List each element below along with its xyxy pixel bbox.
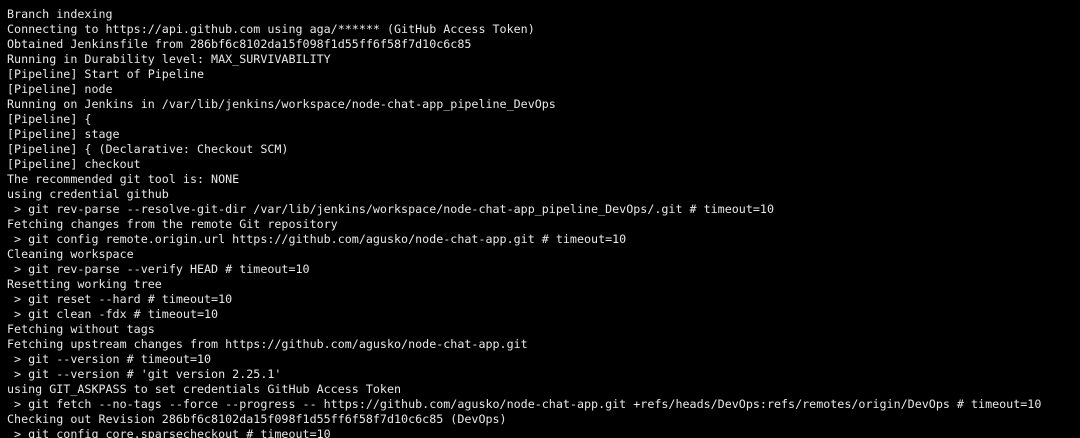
console-line: > git config remote.origin.url https://g… (7, 232, 627, 246)
console-line: Running on Jenkins in /var/lib/jenkins/w… (7, 97, 556, 111)
console-line: [Pipeline] Start of Pipeline (7, 67, 205, 81)
console-line: Fetching changes from the remote Git rep… (7, 217, 338, 231)
console-line: [Pipeline] stage (7, 127, 120, 141)
console-line: Fetching without tags (7, 322, 155, 336)
console-line: using GIT_ASKPASS to set credentials Git… (7, 382, 402, 396)
console-line: [Pipeline] { (Declarative: Checkout SCM) (7, 142, 289, 156)
console-lines: Branch indexing Connecting to https://api… (7, 7, 1041, 438)
console-line: Obtained Jenkinsfile from 286bf6c8102da1… (7, 37, 472, 51)
console-line: > git reset --hard # timeout=10 (7, 292, 233, 306)
console-line: > git rev-parse --resolve-git-dir /var/l… (7, 202, 774, 216)
console-line: Fetching upstream changes from https://g… (7, 337, 528, 351)
console-line: Cleaning workspace (7, 247, 134, 261)
console-line: Running in Durability level: MAX_SURVIVA… (7, 52, 331, 66)
console-output: Branch indexing Connecting to https://api… (0, 0, 1080, 438)
console-line: > git config core.sparsecheckout # timeo… (7, 427, 331, 438)
console-line: [Pipeline] node (7, 82, 113, 96)
console-line: > git clean -fdx # timeout=10 (7, 307, 219, 321)
console-line: Branch indexing (7, 7, 113, 21)
console-line: [Pipeline] checkout (7, 157, 141, 171)
console-line: The recommended git tool is: NONE (7, 172, 240, 186)
console-line: Connecting to https://api.github.com usi… (7, 22, 535, 36)
console-line: using credential github (7, 187, 169, 201)
console-line: > git --version # timeout=10 (7, 352, 212, 366)
console-line: > git --version # 'git version 2.25.1' (7, 367, 282, 381)
console-line: Checking out Revision 286bf6c8102da15f09… (7, 412, 507, 426)
console-line: > git fetch --no-tags --force --progress… (7, 397, 1042, 411)
console-line: > git rev-parse --verify HEAD # timeout=… (7, 262, 310, 276)
console-line: Resetting working tree (7, 277, 162, 291)
console-line: [Pipeline] { (7, 112, 92, 126)
